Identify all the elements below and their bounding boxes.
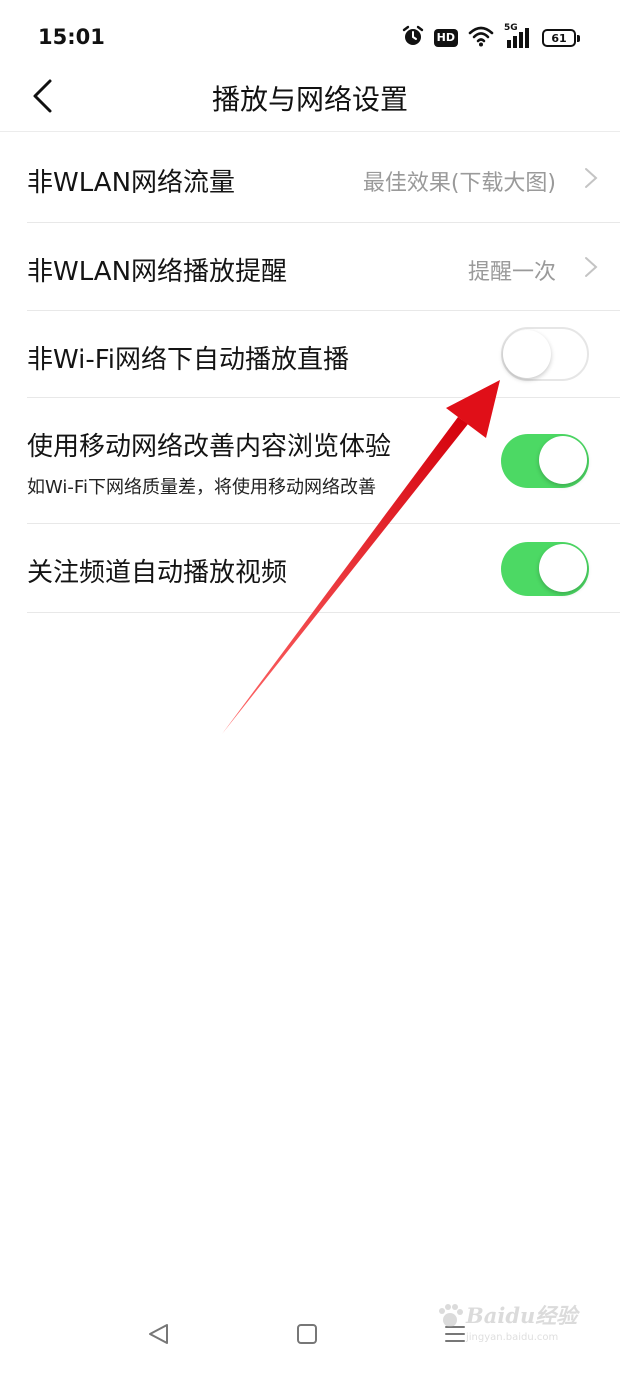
setting-row-autoplay-live: 非Wi-Fi网络下自动播放直播	[27, 311, 620, 398]
watermark-text: Baidu经验	[466, 1303, 578, 1328]
setting-label: 非Wi-Fi网络下自动播放直播	[27, 345, 350, 375]
back-triangle-icon	[149, 1324, 168, 1344]
hd-icon: HD	[433, 29, 458, 47]
paw-icon	[439, 1304, 463, 1327]
toggle-knob	[503, 330, 551, 378]
setting-label: 关注频道自动播放视频	[27, 558, 288, 588]
watermark-url: jingyan.baidu.com	[466, 1332, 559, 1343]
toggle-knob	[539, 436, 587, 484]
wifi-icon	[468, 25, 494, 51]
mobile-network-toggle[interactable]	[501, 434, 589, 488]
header: 播放与网络设置	[0, 76, 620, 132]
setting-row-wlan-reminder[interactable]: 非WLAN网络播放提醒 提醒一次	[27, 223, 620, 311]
alarm-icon	[402, 25, 424, 51]
nav-home-button[interactable]	[287, 1314, 327, 1354]
autoplay-video-toggle[interactable]	[501, 542, 589, 596]
battery-icon: 61	[542, 29, 580, 47]
nav-back-button[interactable]	[139, 1314, 179, 1354]
chevron-right-icon	[585, 257, 598, 277]
status-bar: 15:01 HD 5G 61	[0, 0, 620, 76]
setting-value: 最佳效果(下载大图)	[362, 171, 556, 196]
chevron-right-icon	[585, 168, 598, 188]
5g-signal-icon: 5G	[504, 23, 532, 50]
setting-row-wlan-traffic[interactable]: 非WLAN网络流量 最佳效果(下载大图)	[27, 134, 620, 223]
setting-row-mobile-network: 使用移动网络改善内容浏览体验 如Wi-Fi下网络质量差，将使用移动网络改善	[27, 398, 620, 524]
setting-sublabel: 如Wi-Fi下网络质量差，将使用移动网络改善	[27, 477, 376, 498]
status-time: 15:01	[38, 25, 105, 49]
setting-label: 非WLAN网络流量	[27, 168, 236, 198]
setting-label: 使用移动网络改善内容浏览体验	[27, 432, 392, 462]
autoplay-live-toggle[interactable]	[501, 327, 589, 381]
home-square-icon	[297, 1324, 317, 1344]
settings-list: 非WLAN网络流量 最佳效果(下载大图) 非WLAN网络播放提醒 提醒一次 非W…	[27, 134, 620, 613]
watermark: Baidu经验 jingyan.baidu.com	[436, 1296, 586, 1356]
status-icons: HD 5G 61	[402, 23, 580, 52]
setting-row-autoplay-video: 关注频道自动播放视频	[27, 524, 620, 613]
setting-label: 非WLAN网络播放提醒	[27, 257, 288, 287]
toggle-knob	[539, 544, 587, 592]
page-title: 播放与网络设置	[211, 83, 408, 116]
setting-value: 提醒一次	[467, 260, 556, 285]
